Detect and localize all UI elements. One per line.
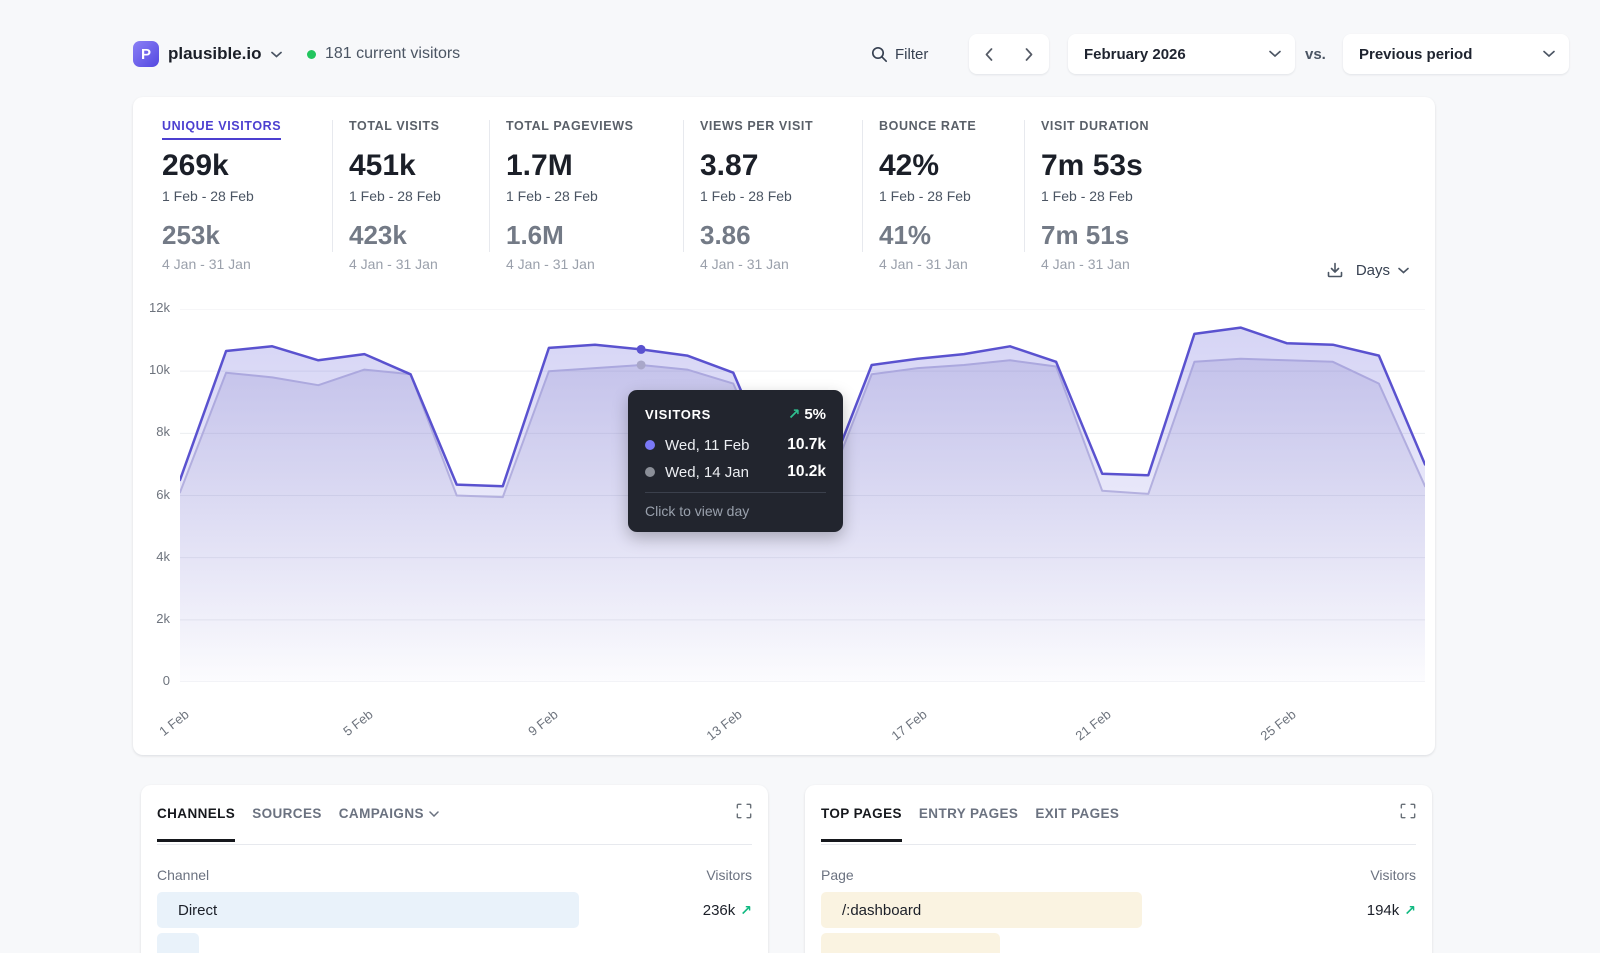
series-dot-icon	[645, 467, 655, 477]
y-tick-label: 0	[133, 673, 170, 688]
column-header: Page	[821, 867, 854, 883]
tooltip-row-value: 10.7k	[787, 436, 826, 454]
trend-up-icon: ↗	[740, 902, 752, 919]
plausible-logo: P	[133, 41, 159, 67]
tooltip-row-previous: Wed, 14 Jan 10.2k	[645, 463, 826, 481]
y-tick-label: 10k	[133, 362, 170, 377]
tooltip-title: VISITORS	[645, 407, 711, 422]
pages-panel: TOP PAGES ENTRY PAGES EXIT PAGES Page Vi…	[805, 785, 1432, 953]
vs-label: vs.	[1305, 34, 1326, 74]
row-bar	[157, 892, 579, 928]
filter-label: Filter	[895, 46, 928, 63]
chevron-down-icon	[1269, 50, 1281, 58]
y-tick-label: 8k	[133, 424, 170, 439]
current-visitors[interactable]: 181 current visitors	[307, 34, 460, 74]
expand-icon[interactable]	[736, 803, 752, 819]
date-range-value: February 2026	[1084, 46, 1186, 63]
channel-visitors: 236k	[703, 902, 736, 919]
site-name: plausible.io	[168, 44, 262, 64]
y-tick-label: 4k	[133, 549, 170, 564]
top-header: P plausible.io 181 current visitors Filt…	[133, 34, 1435, 74]
row-bar	[821, 933, 1000, 953]
x-tick-label: 5 Feb	[318, 707, 376, 757]
page-name[interactable]: /:dashboard	[821, 902, 921, 919]
channels-columns: Channel Visitors	[157, 867, 752, 883]
filter-button[interactable]: Filter	[863, 34, 936, 74]
channel-row[interactable]: Direct 236k ↗	[157, 892, 752, 928]
column-header: Visitors	[706, 867, 752, 883]
current-visitors-label: 181 current visitors	[325, 45, 460, 63]
tab-campaigns[interactable]: CAMPAIGNS	[339, 806, 439, 842]
comparison-value: Previous period	[1359, 46, 1472, 63]
page-row[interactable]: /:dashboard 194k ↗	[821, 892, 1416, 928]
tooltip-row-current: Wed, 11 Feb 10.7k	[645, 436, 826, 454]
date-range-dropdown[interactable]: February 2026	[1068, 34, 1295, 74]
chevron-down-icon	[429, 811, 439, 817]
site-switcher[interactable]: P plausible.io	[133, 34, 282, 74]
tab-campaigns-label: CAMPAIGNS	[339, 806, 424, 821]
analytics-card: UNIQUE VISITORS 269k 1 Feb - 28 Feb 253k…	[133, 97, 1435, 755]
tab-entry-pages[interactable]: ENTRY PAGES	[919, 806, 1018, 842]
tooltip-row-value: 10.2k	[787, 463, 826, 481]
channels-panel: CHANNELS SOURCES CAMPAIGNS Channel Visit…	[141, 785, 768, 953]
divider	[645, 492, 826, 493]
page-visitors: 194k	[1367, 902, 1400, 919]
tooltip-change: 5%	[804, 406, 826, 423]
column-header: Visitors	[1370, 867, 1416, 883]
channel-name[interactable]: Direct	[157, 902, 217, 919]
x-tick-label: 1 Feb	[134, 707, 192, 757]
pages-tabs: TOP PAGES ENTRY PAGES EXIT PAGES	[821, 785, 1416, 845]
tab-sources[interactable]: SOURCES	[252, 806, 322, 842]
previous-period-button[interactable]	[969, 34, 1009, 74]
y-tick-label: 12k	[133, 300, 170, 315]
y-tick-label: 6k	[133, 487, 170, 502]
tab-top-pages[interactable]: TOP PAGES	[821, 806, 902, 842]
x-tick-label: 17 Feb	[871, 707, 929, 757]
chevron-down-icon	[1543, 50, 1555, 58]
y-tick-label: 2k	[133, 611, 170, 626]
page-row[interactable]	[821, 933, 1416, 953]
x-tick-label: 21 Feb	[1056, 707, 1114, 757]
tab-exit-pages[interactable]: EXIT PAGES	[1035, 806, 1119, 842]
expand-icon[interactable]	[1400, 803, 1416, 819]
chart-tooltip: VISITORS ↗ 5% Wed, 11 Feb 10.7k Wed, 14 …	[628, 390, 843, 532]
series-dot-icon	[645, 440, 655, 450]
period-nav	[969, 34, 1049, 74]
chevron-down-icon	[271, 51, 282, 58]
trend-up-icon: ↗	[1404, 902, 1416, 919]
tooltip-row-label: Wed, 14 Jan	[665, 464, 749, 481]
tooltip-footer: Click to view day	[645, 503, 826, 519]
x-tick-label: 13 Feb	[687, 707, 745, 757]
chevron-left-icon	[985, 48, 993, 61]
next-period-button[interactable]	[1009, 34, 1049, 74]
channels-tabs: CHANNELS SOURCES CAMPAIGNS	[157, 785, 752, 845]
trend-up-icon: ↗	[788, 405, 801, 423]
search-icon	[871, 46, 888, 63]
pages-columns: Page Visitors	[821, 867, 1416, 883]
x-tick-label: 9 Feb	[502, 707, 560, 757]
x-tick-label: 25 Feb	[1240, 707, 1298, 757]
chevron-right-icon	[1025, 48, 1033, 61]
column-header: Channel	[157, 867, 209, 883]
channel-row[interactable]	[157, 933, 752, 953]
tab-channels[interactable]: CHANNELS	[157, 806, 235, 842]
comparison-dropdown[interactable]: Previous period	[1343, 34, 1569, 74]
tooltip-row-label: Wed, 11 Feb	[665, 437, 750, 454]
row-bar	[157, 933, 199, 953]
live-dot-icon	[307, 50, 316, 59]
